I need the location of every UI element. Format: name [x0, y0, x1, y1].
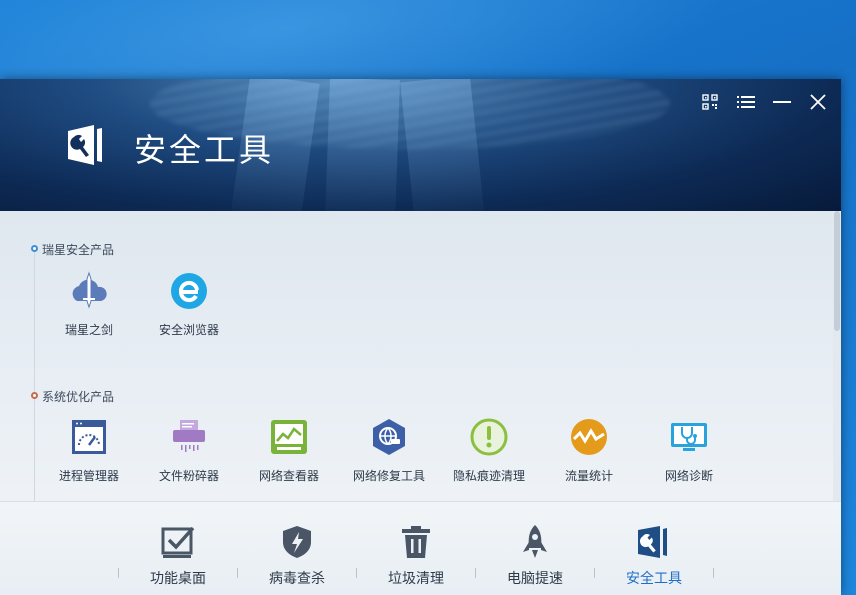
tool-network-viewer[interactable]: 网络查看器 [239, 417, 339, 484]
window-title: 安全工具 [134, 131, 275, 169]
section-title-system-optimization: 系统优化产品 [42, 390, 115, 404]
close-button[interactable] [809, 93, 827, 111]
minimize-icon [773, 101, 791, 103]
security-tools-icon [638, 526, 667, 558]
app-window: 安全工具 瑞星安全产品 瑞星之剑 安全浏览器 系统优化产品 进程管理器 文件粉碎… [0, 79, 841, 595]
sword-cloud-icon [72, 271, 107, 309]
browser-e-icon [171, 273, 207, 309]
tool-secure-browser[interactable]: 安全浏览器 [139, 271, 239, 338]
network-monitor-icon [271, 420, 307, 454]
security-tools-logo-icon [68, 125, 102, 165]
nav-security-tools[interactable]: 安全工具 [599, 524, 709, 588]
section-marker [31, 392, 38, 399]
scrollbar-thumb[interactable] [834, 211, 840, 331]
window-header: 安全工具 [0, 79, 841, 211]
menu-icon[interactable] [737, 93, 755, 111]
window-controls [701, 93, 827, 111]
nav-divider [475, 568, 476, 578]
bottom-nav: 功能桌面 病毒查杀 垃圾清理 电脑提速 安全工具 [0, 501, 841, 595]
tool-privacy-cleaner[interactable]: 隐私痕迹清理 [439, 417, 539, 484]
privacy-alert-icon [470, 418, 508, 456]
nav-virus-scan[interactable]: 病毒查杀 [242, 524, 352, 588]
qrcode-icon[interactable] [701, 93, 719, 111]
tool-process-manager[interactable]: 进程管理器 [39, 417, 139, 484]
tool-network-repair[interactable]: 网络修复工具 [339, 417, 439, 484]
nav-divider [237, 568, 238, 578]
section-marker [31, 245, 38, 252]
network-diagnose-icon [671, 423, 707, 451]
tool-file-shredder[interactable]: 文件粉碎器 [139, 417, 239, 484]
rocket-icon [523, 525, 547, 558]
process-gauge-icon [72, 420, 106, 454]
trash-icon [402, 526, 430, 558]
nav-divider [594, 568, 595, 578]
shield-virus-icon [283, 526, 311, 558]
nav-divider [356, 568, 357, 578]
traffic-chart-icon [571, 419, 607, 455]
close-icon [810, 94, 826, 110]
checkbox-desktop-icon [161, 526, 195, 558]
tool-network-diagnosis[interactable]: 网络诊断 [639, 417, 739, 484]
nav-divider [713, 568, 714, 578]
tool-traffic-stats[interactable]: 流量统计 [539, 417, 639, 484]
nav-junk-cleanup[interactable]: 垃圾清理 [361, 524, 471, 588]
nav-function-desktop[interactable]: 功能桌面 [123, 524, 233, 588]
minimize-button[interactable] [773, 93, 791, 111]
section-title-rising-products: 瑞星安全产品 [42, 243, 115, 257]
nav-pc-speedup[interactable]: 电脑提速 [480, 524, 590, 588]
tool-rising-sword[interactable]: 瑞星之剑 [39, 271, 139, 338]
shredder-icon [173, 420, 205, 452]
globe-repair-icon [373, 419, 405, 455]
tools-panel: 瑞星安全产品 瑞星之剑 安全浏览器 系统优化产品 进程管理器 文件粉碎器 网络查… [0, 211, 841, 501]
scrollbar[interactable] [833, 211, 841, 501]
nav-divider [118, 568, 119, 578]
